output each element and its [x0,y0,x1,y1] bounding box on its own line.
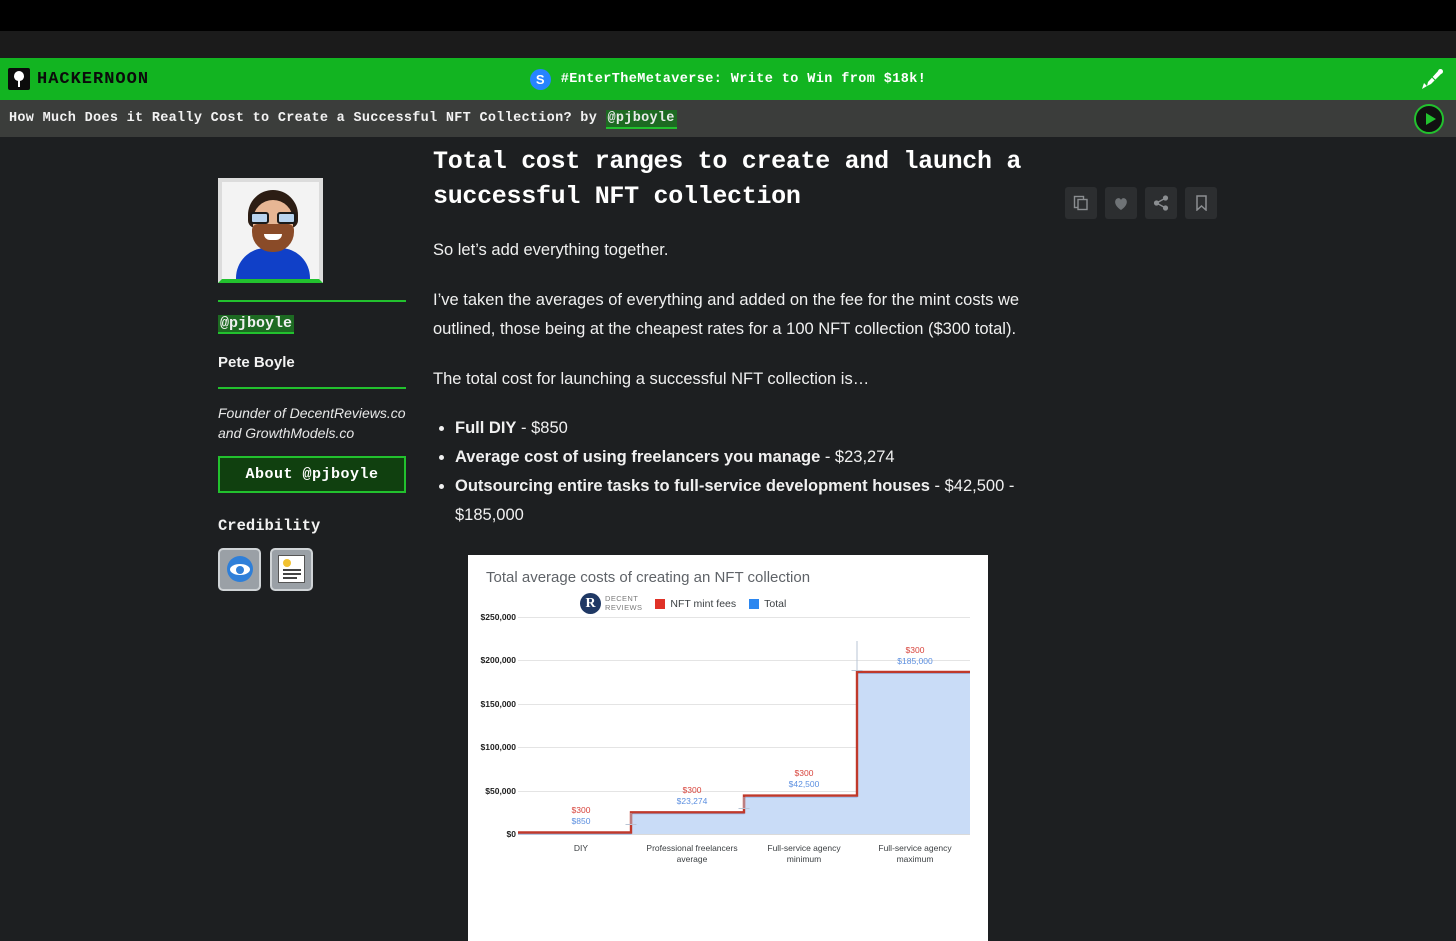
legend-swatch-blue [749,598,760,609]
x-axis-tick-label: Full-service agency maximum [878,843,952,864]
bullet-value: - $23,274 [820,447,895,466]
data-label-freelancers: $300 $23,274 [677,785,708,807]
legend-item-total[interactable]: Total [749,598,786,610]
breadcrumb-author-link[interactable]: @pjboyle [605,110,677,129]
avatar[interactable] [218,178,323,283]
sidebar-divider-top [218,300,406,302]
browser-top-strip [0,0,1456,31]
bullet-label: Outsourcing entire tasks to full-service… [455,477,930,496]
data-label-total: $185,000 [897,656,933,667]
hackernoon-logo-text: HACKERNOON [37,69,150,89]
secondary-top-strip [0,31,1456,58]
chart-plot-area: $250,000 $200,000 $150,000 $100,000 $50,… [468,612,988,941]
data-label-mint: $300 [682,785,702,795]
legend-label: Total [764,597,787,610]
eye-icon [226,556,253,583]
credibility-heading: Credibility [218,516,321,535]
share-icon[interactable] [1145,187,1177,219]
paragraph-2: I’ve taken the averages of everything an… [433,291,1020,338]
promo-banner-content: S #EnterTheMetaverse: Write to Win from … [0,68,1456,90]
list-item: Average cost of using freelancers you ma… [455,443,1023,471]
data-label-total: $42,500 [788,779,820,790]
y-axis-tick-label: $50,000 [485,786,516,796]
nft-cost-chart[interactable]: Total average costs of creating an NFT c… [468,555,988,941]
chart-title: Total average costs of creating an NFT c… [486,569,811,586]
avatar-glasses [250,212,296,224]
y-axis-tick-label: $100,000 [480,742,516,752]
credibility-badges [218,547,406,591]
main-content: @pjboyle Pete Boyle Founder of DecentRev… [0,137,1456,941]
data-label-mint: $300 [905,645,925,655]
bullet-value: - $850 [516,418,568,437]
promo-banner-text[interactable]: #EnterTheMetaverse: Write to Win from $1… [561,72,927,87]
y-axis-tick-label: $250,000 [480,612,516,622]
data-label-mint: $300 [571,805,591,815]
cost-bullet-list: Full DIY - $850 Average cost of using fr… [433,414,1023,530]
author-sidebar: @pjboyle Pete Boyle Founder of DecentRev… [218,178,406,591]
page-root: HACKERNOON S #EnterTheMetaverse: Write t… [0,0,1456,941]
point-marker-stem [856,641,858,671]
data-label-agency-max: $300 $185,000 [897,645,932,667]
breadcrumb-title-text: How Much Does it Really Cost to Create a… [9,111,598,126]
hackernoon-logo[interactable]: HACKERNOON [8,68,149,90]
decent-reviews-text: DECENT REVIEWS [605,594,643,612]
play-triangle [1425,113,1436,125]
paragraph-3: The total cost for launching a successfu… [433,370,870,389]
x-axis-tick-label: Professional freelancers average [646,843,738,864]
article-actions [1065,187,1217,219]
y-axis-tick-label: $200,000 [480,655,516,665]
point-marker [851,670,863,671]
y-axis-tick-label: $150,000 [480,699,516,709]
document-star [283,559,291,568]
promo-banner: HACKERNOON S #EnterTheMetaverse: Write t… [0,58,1456,100]
x-axis-tick-label: Full-service agency minimum [767,843,841,864]
play-button-icon[interactable] [1414,104,1444,134]
breadcrumb-title: How Much Does it Really Cost to Create a… [9,110,677,129]
sidebar-author-handle[interactable]: @pjboyle [218,315,295,334]
paragraph-1: So let’s add everything together. [433,241,669,259]
watermark-line-2: REVIEWS [605,602,643,612]
document-icon [278,555,305,584]
article-body: Total cost ranges to create and launch a… [433,137,1023,530]
decent-reviews-mark-icon: R [580,593,601,614]
breadcrumb: How Much Does it Really Cost to Create a… [0,100,1456,137]
list-item: Outsourcing entire tasks to full-service… [455,472,1023,529]
bullet-label: Average cost of using freelancers you ma… [455,447,821,466]
y-axis-tick-label: $0 [506,829,516,839]
sidebar-author-name: Pete Boyle [218,354,295,371]
sidebar-divider-bottom [218,387,406,389]
data-label-total: $850 [571,816,591,827]
data-label-diy: $300 $850 [572,805,591,827]
hackernoon-pointer-icon [8,68,30,90]
page-title: Total cost ranges to create and launch a… [433,147,1022,211]
paintbrush-icon[interactable] [1418,68,1444,90]
chart-figure: Total average costs of creating an NFT c… [468,555,988,941]
research-document-badge-icon[interactable] [270,547,313,591]
copy-icon[interactable] [1065,187,1097,219]
data-label-agency-min: $300 $42,500 [789,768,820,790]
chart-legend: R DECENT REVIEWS NFT mint fees Total [580,593,786,614]
eye-pupil [235,566,244,575]
sponsor-badge-icon: S [529,68,551,90]
point-marker [738,808,750,809]
eye-badge-icon[interactable] [218,547,261,591]
data-label-total: $23,274 [676,796,708,807]
sidebar-author-bio: Founder of DecentReviews.co and GrowthMo… [218,405,406,442]
bullet-label: Full DIY [455,418,517,437]
decent-reviews-watermark: R DECENT REVIEWS [580,593,642,614]
legend-swatch-red [655,598,666,609]
data-label-mint: $300 [794,768,814,778]
list-item: Full DIY - $850 [455,414,1023,442]
x-axis-tick-label: DIY [573,843,589,853]
bookmark-icon[interactable] [1185,187,1217,219]
legend-item-mint-fees[interactable]: NFT mint fees [655,598,736,610]
point-marker [625,824,637,825]
heart-icon[interactable] [1105,187,1137,219]
legend-label: NFT mint fees [670,597,737,610]
about-author-button[interactable]: About @pjboyle [218,455,406,493]
